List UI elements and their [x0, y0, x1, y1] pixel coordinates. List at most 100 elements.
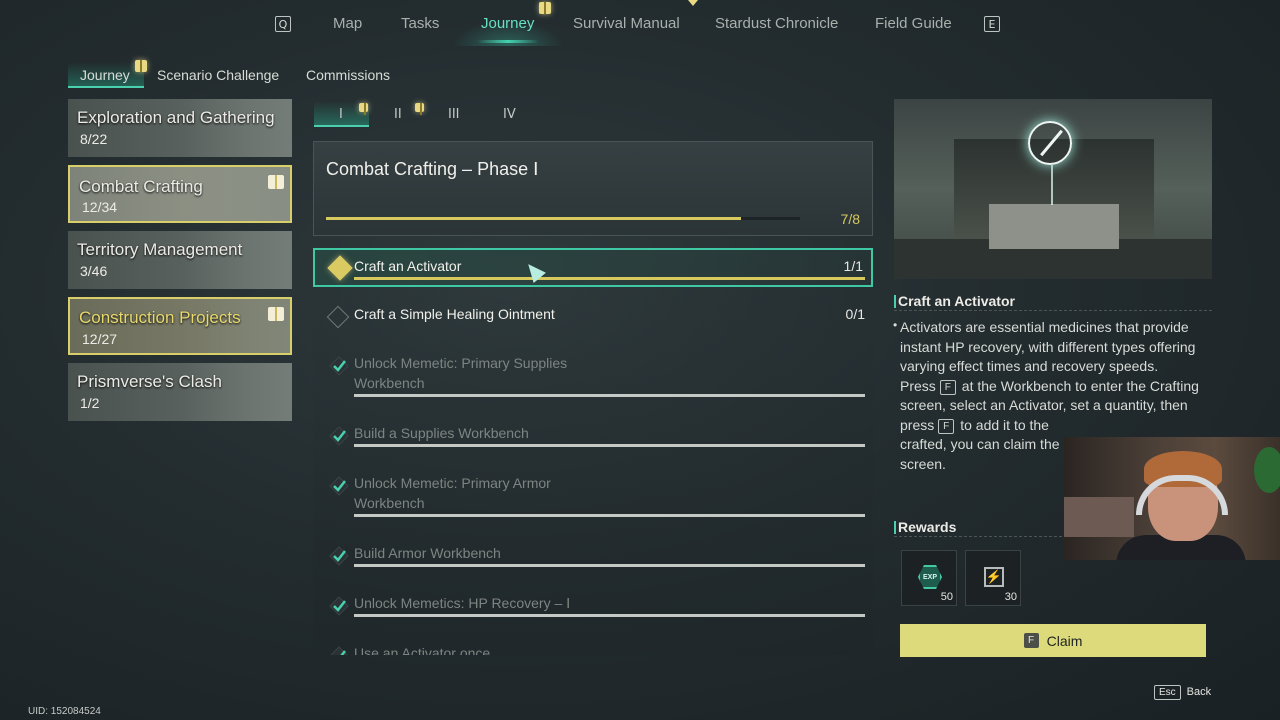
task-label-line2: Workbench [354, 495, 425, 511]
divider [894, 310, 1212, 311]
tab-journey[interactable]: Journey [481, 15, 534, 32]
check-icon [329, 356, 349, 376]
description-text: to add it to the [960, 416, 1049, 433]
subtab-commissions[interactable]: Commissions [306, 67, 390, 83]
category-title: Construction Projects [79, 308, 241, 327]
tab-tasks[interactable]: Tasks [401, 15, 439, 32]
task-row-build-armor[interactable]: Build Armor Workbench [313, 538, 873, 570]
phase-progress-fill [326, 217, 741, 220]
task-label-line2: Workbench [354, 375, 425, 391]
task-row-unlock-armor[interactable]: Unlock Memetic: Primary Armor Workbench [313, 468, 873, 520]
task-label: Unlock Memetics: HP Recovery – Ⅰ [354, 595, 571, 611]
diamond-icon [326, 305, 350, 329]
check-icon [329, 426, 349, 446]
task-progress-bar [354, 394, 865, 397]
task-progress-bar [354, 564, 865, 567]
gift-icon [359, 103, 368, 115]
gift-icon [268, 175, 284, 189]
task-row-healing-ointment[interactable]: Craft a Simple Healing Ointment 0/1 [313, 298, 873, 338]
category-construction-projects[interactable]: Construction Projects 12/27 [68, 297, 292, 355]
nav-active-underline [477, 40, 539, 43]
category-combat-crafting[interactable]: Combat Crafting 12/34 [68, 165, 292, 223]
esc-key-icon: Esc [1154, 685, 1181, 700]
tab-survival-manual[interactable]: Survival Manual [573, 15, 680, 32]
webcam-overlay [1064, 437, 1280, 560]
gift-icon [539, 2, 551, 14]
task-label: Use an Activator once [354, 645, 491, 655]
category-count: 12/27 [82, 331, 118, 347]
task-label: Build a Supplies Workbench [354, 425, 529, 441]
task-row-hp-recovery[interactable]: Unlock Memetics: HP Recovery – Ⅰ [313, 588, 873, 620]
reward-amount: 30 [1004, 591, 1017, 603]
gift-icon [268, 307, 284, 321]
reward-exp[interactable]: EXP 50 [901, 550, 957, 606]
category-count: 1/2 [80, 395, 100, 411]
f-key-icon: F [939, 379, 956, 395]
description-text: Press [900, 377, 936, 394]
back-button[interactable]: Esc Back [1154, 685, 1211, 700]
back-label: Back [1186, 686, 1212, 698]
task-list[interactable]: Craft an Activator 1/1 Craft a Simple He… [313, 248, 873, 655]
description-text: screen. [900, 455, 946, 472]
reward-energy[interactable]: ⚡ 30 [965, 550, 1021, 606]
category-title: Territory Management [77, 240, 243, 259]
subtab-scenario-challenge[interactable]: Scenario Challenge [157, 67, 279, 83]
task-row-unlock-supplies[interactable]: Unlock Memetic: Primary Supplies Workben… [313, 348, 873, 400]
task-label-line1: Unlock Memetic: Primary Supplies [354, 355, 568, 371]
description-text: Activators are essential medicines that … [900, 319, 1196, 374]
task-preview-image [894, 99, 1212, 279]
category-count: 12/34 [82, 199, 118, 215]
phase-title: Combat Crafting – Phase Ⅰ [326, 159, 539, 179]
phase-tab-4[interactable]: IV [503, 107, 516, 122]
next-tab-key[interactable]: E [984, 16, 1000, 32]
prev-tab-key[interactable]: Q [275, 16, 291, 32]
f-key-icon: F [1023, 633, 1039, 648]
energy-icon: ⚡ [984, 567, 1004, 587]
task-label: Craft an Activator [354, 258, 462, 274]
category-prismverses-clash[interactable]: Prismverse's Clash 1/2 [68, 363, 292, 421]
claim-label: Claim [1046, 632, 1083, 649]
tab-map[interactable]: Map [333, 15, 362, 32]
gift-icon [135, 60, 147, 72]
category-title: Exploration and Gathering [77, 108, 275, 127]
reward-amount: 50 [940, 591, 953, 603]
check-icon [329, 476, 349, 496]
rewards-heading: Rewards [893, 519, 957, 535]
check-icon [329, 596, 349, 616]
uid-label: UID: 152084524 [28, 706, 101, 717]
subtab-journey[interactable]: Journey [80, 67, 130, 83]
phase-tab-1[interactable]: I [339, 107, 343, 122]
claim-button[interactable]: F Claim [900, 624, 1206, 657]
exp-icon: EXP [918, 565, 942, 589]
phase-progress-bar [326, 217, 800, 220]
notification-marker-icon [688, 0, 698, 6]
top-nav: Q Map Tasks Journey Survival Manual Star… [0, 0, 1280, 46]
task-row-craft-activator[interactable]: Craft an Activator 1/1 [313, 248, 873, 287]
task-progress-bar [354, 614, 865, 617]
phase-progress-count: 7/8 [840, 211, 860, 227]
task-row-use-activator[interactable]: Use an Activator once [313, 638, 873, 655]
task-count: 0/1 [845, 306, 865, 322]
category-exploration-gathering[interactable]: Exploration and Gathering 8/22 [68, 99, 292, 157]
description-text: crafted, you can claim the [900, 436, 1060, 452]
f-key-icon: F [938, 418, 955, 434]
category-title: Prismverse's Clash [77, 372, 222, 391]
task-count: 1/1 [843, 258, 863, 274]
category-count: 3/46 [80, 263, 108, 279]
workbench-desk [989, 204, 1119, 249]
category-territory-management[interactable]: Territory Management 3/46 [68, 231, 292, 289]
task-row-build-supplies[interactable]: Build a Supplies Workbench [313, 418, 873, 450]
phase-tab-3[interactable]: III [448, 107, 460, 122]
activator-marker-icon [1028, 121, 1072, 165]
task-label-line1: Unlock Memetic: Primary Armor [354, 475, 551, 491]
phase-tab-2[interactable]: II [394, 107, 402, 122]
task-progress-bar [354, 444, 865, 447]
check-icon [329, 646, 348, 655]
reward-ready-icon [327, 255, 353, 281]
tab-field-guide[interactable]: Field Guide [875, 15, 952, 32]
detail-title: Craft an Activator [894, 293, 1015, 309]
task-label: Build Armor Workbench [354, 545, 501, 561]
tab-stardust-chronicle[interactable]: Stardust Chronicle [715, 15, 838, 32]
bullet-icon: • [893, 318, 898, 332]
check-icon [329, 546, 349, 566]
